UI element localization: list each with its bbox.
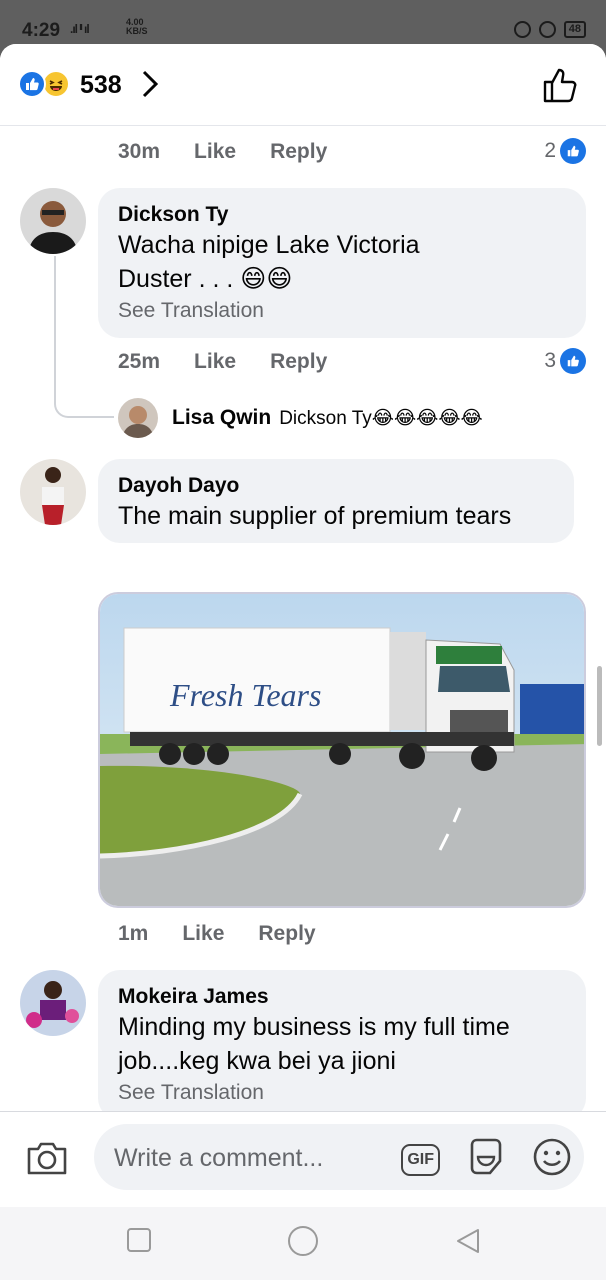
sticker-icon[interactable] [466, 1137, 506, 1182]
reaction-count: 538 [80, 71, 122, 99]
system-nav-bar [0, 1207, 606, 1280]
like-icon [560, 348, 586, 374]
reply-text: Dickson Ty😂😂😂😂😂 [279, 407, 483, 429]
avatar[interactable] [20, 459, 86, 525]
avatar[interactable] [20, 188, 86, 254]
comment-composer: Write a comment... GIF [0, 1111, 606, 1207]
gif-icon[interactable]: GIF [401, 1143, 440, 1176]
comment-text-line1: Wacha nipige Lake Victoria [118, 231, 420, 259]
like-post-button[interactable] [542, 66, 580, 109]
comment-author[interactable]: Mokeira James [118, 984, 566, 1010]
comment-author[interactable]: Dayoh Dayo [118, 473, 554, 499]
scrollbar[interactable] [597, 666, 602, 746]
emoji-icon[interactable] [532, 1137, 572, 1182]
avatar[interactable] [20, 970, 86, 1036]
comment-author[interactable]: Dickson Ty [118, 202, 566, 228]
like-link[interactable]: Like [182, 922, 224, 946]
truck-caption: Fresh Tears [169, 677, 321, 713]
speed-unit: KB/S [126, 26, 148, 36]
recent-apps-button[interactable] [126, 1227, 152, 1258]
like-icon [560, 138, 586, 164]
chevron-right-icon[interactable] [140, 68, 160, 105]
comment-time: 25m [118, 350, 161, 373]
comment-bubble[interactable]: Dayoh Dayo The main supplier of premium … [98, 459, 574, 543]
like-count-value: 3 [544, 349, 556, 372]
comment-bubble[interactable]: Dickson Ty Wacha nipige Lake Victoria Du… [98, 188, 586, 338]
back-button[interactable] [454, 1227, 482, 1260]
reply-author[interactable]: Lisa Qwin [172, 406, 271, 430]
signal-icon: .ıl ᴵᴵ ıl [70, 22, 90, 36]
comments-sheet: 538 30m Like Reply 2 Dickson Ty Wacha ni… [0, 44, 606, 1280]
reply-link[interactable]: Reply [270, 350, 327, 374]
comment-meta: 1m Like Reply [118, 922, 316, 946]
composer-tools: GIF [401, 1137, 572, 1182]
comment-text-line2: Duster . . . 😄😄 [118, 265, 293, 293]
comment-meta: 30m Like Reply [118, 140, 327, 164]
comment-text-line2: job....keg kwa bei ya jioni [118, 1047, 396, 1075]
data-saver-icon [513, 21, 531, 38]
like-count-value: 2 [544, 139, 556, 162]
avatar[interactable] [118, 398, 158, 438]
status-icons: 48 [513, 21, 586, 38]
comment-image[interactable]: Fresh Tears [98, 592, 586, 908]
comment-time: 1m [118, 922, 149, 945]
comment-list[interactable]: 30m Like Reply 2 Dickson Ty Wacha nipige… [0, 126, 606, 1111]
status-time: 4:29 [22, 20, 61, 41]
like-link[interactable]: Like [194, 350, 236, 374]
haha-reaction-icon [42, 70, 70, 98]
reply-preview[interactable]: Lisa Qwin Dickson Ty😂😂😂😂😂 [118, 398, 483, 438]
comment-text-line1: Minding my business is my full time [118, 1013, 510, 1041]
comment-like-count[interactable]: 2 [544, 138, 586, 164]
comment-placeholder: Write a comment... [114, 1144, 324, 1172]
reply-link[interactable]: Reply [258, 922, 315, 946]
comment-like-count[interactable]: 3 [544, 348, 586, 374]
comment-bubble[interactable]: Mokeira James Minding my business is my … [98, 970, 586, 1111]
comment-input[interactable]: Write a comment... GIF [94, 1124, 584, 1190]
lock-icon [538, 21, 556, 38]
comment-text: The main supplier of premium tears [118, 502, 512, 530]
reply-link[interactable]: Reply [270, 140, 327, 164]
home-button[interactable] [287, 1225, 319, 1262]
camera-icon[interactable] [26, 1140, 68, 1181]
comment-time: 30m [118, 140, 161, 163]
comment-meta: 25m Like Reply [118, 350, 327, 374]
like-link[interactable]: Like [194, 140, 236, 164]
like-reaction-icon [18, 70, 46, 98]
reactions-header[interactable]: 538 [0, 44, 606, 126]
network-speed: 4.00 KB/S [126, 18, 148, 36]
see-translation-link[interactable]: See Translation [118, 1078, 566, 1108]
see-translation-link[interactable]: See Translation [118, 296, 566, 326]
battery-icon: 48 [563, 21, 586, 38]
